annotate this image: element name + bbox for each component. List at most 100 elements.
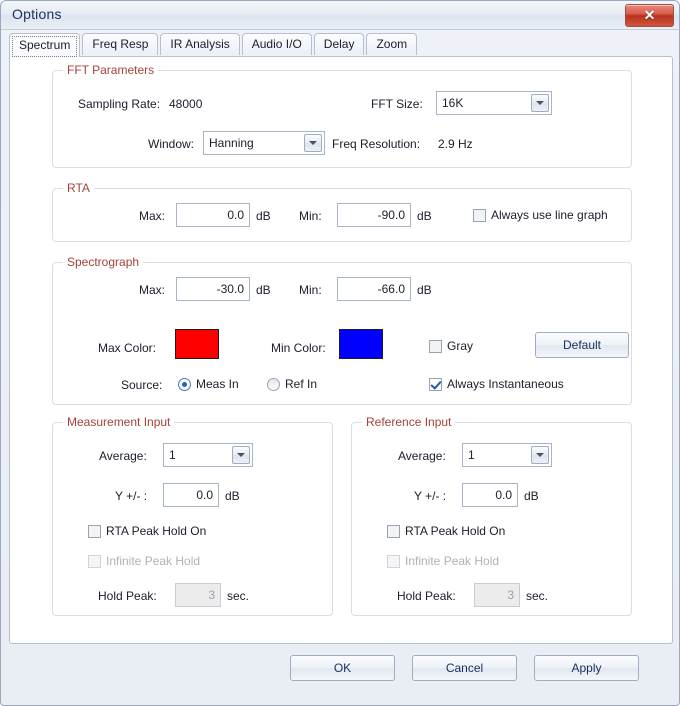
checkbox-box-icon <box>88 555 101 568</box>
window-title: Options <box>12 6 62 22</box>
ref-y-offset-unit: dB <box>524 489 539 503</box>
rta-min-unit: dB <box>417 209 432 223</box>
ref-hold-peak-label: Hold Peak: <box>397 589 456 603</box>
checkbox-box-icon <box>387 525 400 538</box>
rta-min-label: Min: <box>299 209 322 223</box>
close-button[interactable]: ✕ <box>625 4 674 27</box>
max-color-label: Max Color: <box>98 341 157 355</box>
checkbox-box-icon <box>473 209 486 222</box>
ref-rta-peak-hold-label: RTA Peak Hold On <box>405 524 506 538</box>
freq-resolution-value: 2.9 Hz <box>438 137 473 151</box>
fft-parameters-legend: FFT Parameters <box>63 63 159 77</box>
source-ref-in-label: Ref In <box>285 377 318 391</box>
freq-resolution-label: Freq Resolution: <box>332 137 421 151</box>
meas-average-label: Average: <box>99 449 147 463</box>
source-meas-in-label: Meas In <box>196 377 239 391</box>
apply-button[interactable]: Apply <box>534 655 639 681</box>
tab-spectrum[interactable]: Spectrum <box>9 33 81 57</box>
chevron-down-icon[interactable] <box>232 446 250 464</box>
source-label: Source: <box>121 378 163 392</box>
spectrograph-min-label: Min: <box>299 283 322 297</box>
sampling-rate-label: Sampling Rate: <box>78 97 161 111</box>
tab-label: Freq Resp <box>92 37 149 51</box>
reference-input-group: Reference Input Average: 1 Y +/- : dB RT… <box>351 415 632 616</box>
meas-average-value: 1 <box>169 448 176 462</box>
ref-average-combobox[interactable]: 1 <box>462 443 552 467</box>
meas-hold-peak-unit: sec. <box>227 589 250 603</box>
tab-strip: Spectrum Freq Resp IR Analysis Audio I/O… <box>9 33 671 57</box>
tab-label: Delay <box>323 37 355 51</box>
always-use-line-graph-label: Always use line graph <box>491 208 608 222</box>
ref-average-label: Average: <box>398 449 446 463</box>
tab-audio-io[interactable]: Audio I/O <box>241 33 312 55</box>
chevron-down-icon[interactable] <box>531 94 549 112</box>
meas-hold-peak-input[interactable] <box>175 583 221 607</box>
ref-average-value: 1 <box>468 448 475 462</box>
checkbox-box-icon <box>429 378 442 391</box>
tab-delay[interactable]: Delay <box>313 33 365 55</box>
checkbox-box-icon <box>387 555 400 568</box>
options-dialog: Options ✕ Spectrum Freq Resp IR Analysis… <box>0 0 680 706</box>
meas-y-offset-input[interactable] <box>163 483 219 507</box>
ok-button[interactable]: OK <box>290 655 395 681</box>
meas-hold-peak-label: Hold Peak: <box>98 589 157 603</box>
rta-min-input[interactable] <box>337 203 411 227</box>
checkbox-box-icon <box>88 525 101 538</box>
meas-rta-peak-hold-label: RTA Peak Hold On <box>106 524 207 538</box>
meas-y-offset-unit: dB <box>225 489 240 503</box>
fft-size-value: 16K <box>442 96 464 110</box>
tab-label: Spectrum <box>19 38 71 52</box>
always-instantaneous-label: Always Instantaneous <box>447 377 564 391</box>
measurement-input-legend: Measurement Input <box>63 415 175 429</box>
tab-label: Audio I/O <box>251 37 302 51</box>
sampling-rate-value: 48000 <box>169 97 203 111</box>
rta-max-label: Max: <box>139 209 166 223</box>
fft-size-label: FFT Size: <box>371 97 423 111</box>
title-bar: Options ✕ <box>1 1 679 30</box>
spectrum-tab-panel: FFT Parameters Sampling Rate: 48000 FFT … <box>9 56 673 644</box>
spectrograph-min-input[interactable] <box>337 277 411 301</box>
spectrograph-max-label: Max: <box>139 283 166 297</box>
radio-dot-icon <box>267 378 280 391</box>
ref-hold-peak-unit: sec. <box>526 589 549 603</box>
rta-max-unit: dB <box>256 209 271 223</box>
window-label: Window: <box>148 137 195 151</box>
rta-max-input[interactable] <box>176 203 250 227</box>
chevron-down-icon[interactable] <box>304 134 322 152</box>
tab-freq-resp[interactable]: Freq Resp <box>82 33 159 55</box>
min-color-label: Min Color: <box>271 341 326 355</box>
ref-y-offset-input[interactable] <box>462 483 518 507</box>
close-icon: ✕ <box>643 7 656 23</box>
rta-group: RTA Max: dB Min: dB Always use line grap… <box>52 181 632 242</box>
default-button[interactable]: Default <box>535 332 629 358</box>
rta-legend: RTA <box>63 181 94 195</box>
tab-label: Zoom <box>376 37 408 51</box>
tab-zoom[interactable]: Zoom <box>366 33 418 55</box>
spectrograph-group: Spectrograph Max: dB Min: dB Max Color: … <box>52 255 632 405</box>
ref-y-offset-label: Y +/- : <box>414 489 447 503</box>
meas-infinite-peak-hold-label: Infinite Peak Hold <box>106 554 201 568</box>
tab-ir-analysis[interactable]: IR Analysis <box>160 33 240 55</box>
window-value: Hanning <box>209 136 254 150</box>
max-color-swatch[interactable] <box>175 329 219 359</box>
meas-y-offset-label: Y +/- : <box>115 489 148 503</box>
reference-input-legend: Reference Input <box>362 415 456 429</box>
window-combobox[interactable]: Hanning <box>203 131 325 155</box>
dialog-footer: OK Cancel Apply <box>1 642 679 705</box>
meas-average-combobox[interactable]: 1 <box>163 443 253 467</box>
radio-dot-icon <box>178 378 191 391</box>
spectrograph-max-unit: dB <box>256 283 271 297</box>
min-color-swatch[interactable] <box>339 329 383 359</box>
spectrograph-min-unit: dB <box>417 283 432 297</box>
cancel-button[interactable]: Cancel <box>412 655 517 681</box>
spectrograph-legend: Spectrograph <box>63 255 144 269</box>
tab-label: IR Analysis <box>170 37 230 51</box>
fft-size-combobox[interactable]: 16K <box>436 91 552 115</box>
spectrograph-max-input[interactable] <box>176 277 250 301</box>
checkbox-box-icon <box>429 340 442 353</box>
chevron-down-icon[interactable] <box>531 446 549 464</box>
gray-label: Gray <box>447 339 474 353</box>
ref-infinite-peak-hold-label: Infinite Peak Hold <box>405 554 500 568</box>
fft-parameters-group: FFT Parameters Sampling Rate: 48000 FFT … <box>52 63 632 168</box>
ref-hold-peak-input[interactable] <box>474 583 520 607</box>
